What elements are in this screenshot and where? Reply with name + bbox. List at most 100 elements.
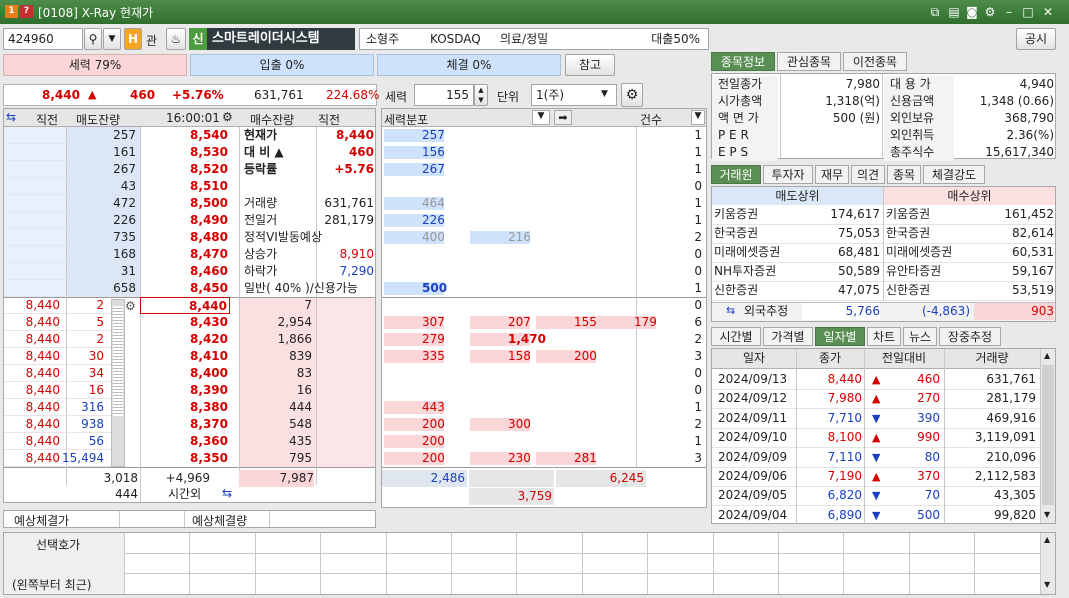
maximize-icon[interactable]: □ (1020, 4, 1036, 20)
bid-price[interactable]: 8,420 (140, 331, 230, 348)
tab-0[interactable]: 거래원 (711, 165, 761, 184)
scroll-thumb[interactable] (113, 306, 123, 416)
scroll-up-icon[interactable]: ▲ (1044, 535, 1050, 544)
reference-button[interactable]: 참고 (565, 54, 615, 76)
tab-4[interactable]: 종목 (887, 165, 921, 184)
scroll-down-icon[interactable]: ▼ (1044, 580, 1050, 589)
bid-price[interactable]: 8,410 (140, 348, 230, 365)
ask-price[interactable]: 8,530 (140, 144, 230, 161)
dropdown-icon[interactable]: ▼ (103, 28, 121, 50)
ask-price[interactable]: 8,450 (140, 280, 230, 297)
tab-2[interactable]: 일자별 (815, 327, 865, 346)
ask-info-value: 8,910 (339, 247, 374, 261)
search-icon[interactable]: ⚲ (84, 28, 102, 50)
ask-price[interactable]: 8,540 (140, 127, 230, 144)
seryeok-input[interactable]: 155 (414, 84, 474, 106)
dist-label: 세력분포 (384, 113, 429, 127)
settings-icon[interactable]: ⚙ (982, 4, 998, 20)
scroll-down-icon[interactable]: ▼ (1044, 510, 1050, 519)
ask-price[interactable]: 8,460 (140, 263, 230, 280)
minimize-icon[interactable]: – (1001, 4, 1017, 20)
tab-1[interactable]: 투자자 (763, 165, 813, 184)
grid-line (647, 533, 649, 594)
bid-price[interactable]: 8,430 (140, 314, 230, 331)
gwan-label[interactable]: 관 (146, 32, 157, 49)
tab-5[interactable]: 장중추정 (939, 327, 1001, 346)
tab-4[interactable]: 뉴스 (903, 327, 937, 346)
dist-total-gap (469, 470, 554, 487)
ask-price[interactable]: 8,490 (140, 212, 230, 229)
ask-price[interactable]: 8,500 (140, 195, 230, 212)
tab-5[interactable]: 체결강도 (923, 165, 985, 184)
bid-price[interactable]: 8,360 (140, 433, 230, 450)
tab-1[interactable]: 가격별 (763, 327, 813, 346)
swap-icon[interactable]: ⇆ (222, 486, 232, 500)
info-value: 368,790 (1004, 111, 1054, 125)
capture-icon[interactable]: ◙ (964, 4, 980, 20)
swap-icon[interactable]: ⇆ (6, 110, 16, 124)
broker-sell-name: 한국증권 (714, 226, 759, 240)
recent-order-label: (왼쪽부터 최근) (12, 578, 92, 592)
bid-price[interactable]: 8,390 (140, 382, 230, 399)
link-icon[interactable]: ⧉ (927, 4, 943, 20)
arrow-right-icon[interactable]: ➡ (554, 110, 572, 125)
ask-price[interactable]: 8,520 (140, 161, 230, 178)
tab-0[interactable]: 종목정보 (711, 52, 775, 71)
bid-price[interactable]: 8,440 (140, 297, 230, 314)
divider (864, 349, 865, 523)
tab-3[interactable]: 차트 (867, 327, 901, 346)
ask-price[interactable]: 8,470 (140, 246, 230, 263)
scrollbar[interactable]: ▲ ▼ (1040, 349, 1055, 523)
ask-qty: 735 (113, 230, 136, 244)
print-icon[interactable]: ▤ (946, 4, 962, 20)
order-book-header: ⇆ 직전 매도잔량 16:00:01 ⚙ 매수잔량 직전 (4, 109, 375, 127)
scroll-up-icon[interactable]: ▲ (1044, 351, 1050, 360)
dist-value: 500 (422, 281, 448, 295)
tab-2[interactable]: 이전종목 (843, 52, 907, 71)
chevron-down-icon[interactable]: ▼ (691, 110, 705, 125)
chevron-down-icon[interactable]: ▼ (532, 110, 550, 125)
notice-button[interactable]: 공시 (1016, 28, 1056, 50)
help-icon[interactable]: ? (20, 5, 33, 18)
daily-date: 2024/09/09 (718, 449, 788, 464)
tab-2[interactable]: 재무 (815, 165, 849, 184)
scrollbar[interactable]: ▲ ▼ (1040, 533, 1055, 594)
dist-value: 200 (422, 451, 445, 465)
dist-count: 3 (694, 451, 702, 465)
scrollbar[interactable] (111, 299, 125, 467)
daily-volume: 2,112,583 (974, 469, 1036, 483)
current-price: 8,440 (42, 88, 80, 102)
daily-change: 990 (917, 430, 940, 445)
chevron-down-icon[interactable]: ▼ (601, 89, 608, 99)
swap-icon[interactable]: ⇆ (726, 304, 735, 317)
fav-icon[interactable]: H (124, 28, 142, 50)
size-class: 소형주 (366, 32, 400, 46)
ask-price[interactable]: 8,510 (140, 178, 230, 195)
up-arrow-icon: ▲ (872, 431, 881, 445)
stock-code-input[interactable]: 424960 (3, 28, 83, 50)
spinner-icon[interactable]: ▲ ▼ (474, 84, 488, 106)
ask-info-label: 등락률 (244, 162, 278, 176)
ask-info-label: 거래량 (244, 196, 278, 210)
tab-3[interactable]: 의견 (851, 165, 885, 184)
gear-icon[interactable]: ⚙ (621, 83, 643, 107)
gear-icon[interactable]: ⚙ (222, 110, 233, 124)
gear-icon[interactable]: ⚙ (125, 299, 136, 313)
coin-icon[interactable]: ♨ (166, 28, 186, 50)
ask-qty: 658 (113, 281, 136, 295)
scroll-thumb[interactable] (1042, 365, 1054, 505)
col-prev2: 직전 (318, 113, 341, 127)
ask-price[interactable]: 8,480 (140, 229, 230, 246)
bid-price[interactable]: 8,400 (140, 365, 230, 382)
expected-qty-label: 예상체결량 (192, 514, 248, 528)
bid-price[interactable]: 8,370 (140, 416, 230, 433)
daily-col-0: 일자 (742, 351, 766, 365)
close-icon[interactable]: ✕ (1040, 4, 1056, 20)
tab-0[interactable]: 시간별 (711, 327, 761, 346)
bid-qty: 1,866 (277, 332, 312, 346)
bid-price[interactable]: 8,380 (140, 399, 230, 416)
bid-price[interactable]: 8,350 (140, 450, 230, 467)
dist-count: 2 (694, 230, 702, 244)
dist-count: 2 (694, 417, 702, 431)
tab-1[interactable]: 관심종목 (777, 52, 841, 71)
